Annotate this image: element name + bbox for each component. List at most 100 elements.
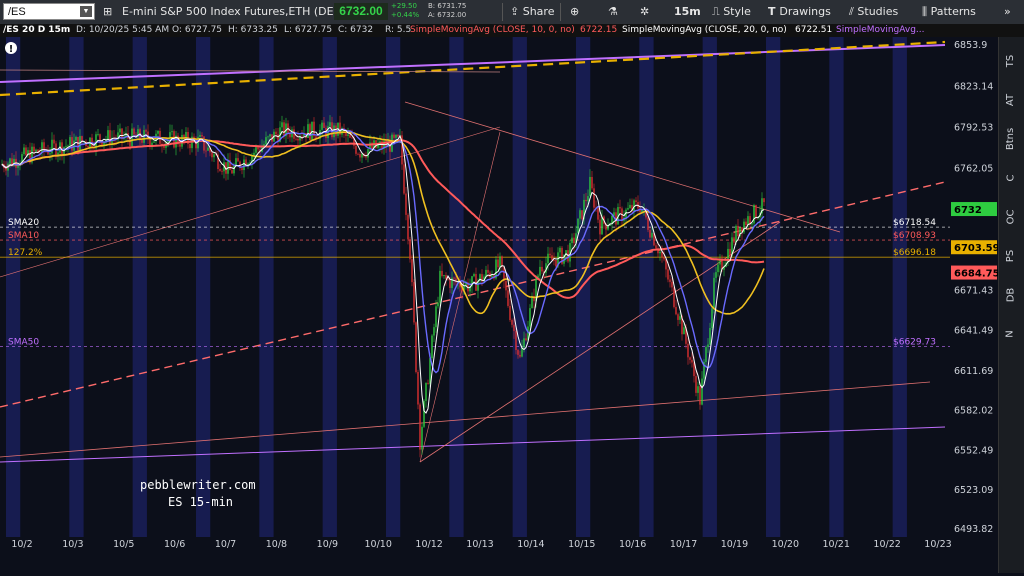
- candle-body: [697, 386, 699, 393]
- candle-body: [719, 260, 721, 265]
- side-tab-ts[interactable]: TS: [999, 43, 1023, 79]
- candle-body: [283, 122, 285, 137]
- candle-body: [205, 150, 207, 152]
- price-chart[interactable]: SMA20 $6718.54 SMA10 $6708.93 127.2% $6696.18…: [0, 37, 1024, 573]
- candle-body: [585, 199, 587, 202]
- info-sma10-value: 6722.15: [580, 25, 618, 35]
- settings-button[interactable]: ✲: [640, 2, 649, 22]
- info-bar: /ES 20 D 15m D: 10/20/25 5:45 AM O: 6727…: [0, 24, 1024, 38]
- patterns-button[interactable]: ⫼ Patterns: [922, 2, 976, 22]
- chart-header: /ES 20 D 15m: [3, 25, 71, 35]
- candle-body: [587, 196, 589, 202]
- candle-body: [347, 134, 349, 136]
- candle-body: [413, 282, 415, 323]
- session-band: [639, 37, 654, 537]
- candle-body: [405, 193, 407, 215]
- x-tick-label: 10/7: [215, 539, 236, 550]
- side-tab-db[interactable]: DB: [999, 277, 1023, 313]
- side-tab-oc[interactable]: OC: [999, 199, 1023, 235]
- svg-text:!: !: [9, 44, 14, 55]
- info-close: C: 6732: [338, 25, 374, 35]
- share-icon: ⇪: [510, 5, 523, 18]
- candle-body: [265, 137, 267, 145]
- candle-body: [99, 134, 101, 141]
- candle-body: [589, 176, 591, 197]
- symbol-dropdown-icon[interactable]: ▼: [80, 6, 92, 17]
- session-band: [576, 37, 591, 537]
- x-tick-label: 10/22: [873, 539, 900, 550]
- candle-body: [237, 158, 239, 162]
- candle-body: [421, 426, 423, 450]
- flask-button[interactable]: ⚗: [608, 2, 618, 22]
- session-band: [69, 37, 84, 537]
- side-tab-n[interactable]: N: [999, 316, 1023, 352]
- candle-body: [487, 269, 489, 273]
- candle-body: [497, 259, 499, 268]
- candle-body: [213, 154, 215, 158]
- info-low: L: 6727.75: [284, 25, 333, 35]
- candle-body: [445, 275, 447, 279]
- candle-body: [695, 376, 697, 393]
- candle-body: [659, 251, 661, 254]
- level-label-right: $6629.73: [893, 338, 936, 348]
- candle-body: [255, 147, 257, 153]
- side-tab-c[interactable]: C: [999, 160, 1023, 196]
- compare-button[interactable]: ⊕: [570, 2, 579, 22]
- candle-body: [449, 279, 451, 288]
- candle-body: [663, 257, 665, 260]
- x-tick-label: 10/8: [266, 539, 287, 550]
- toolbar: /ES ▼ ⊞ E-mini S&P 500 Index Futures,ETH …: [0, 0, 1024, 25]
- candle-body: [231, 170, 233, 174]
- y-axis: 6853.96823.146792.536762.056731.716701.4…: [950, 37, 998, 573]
- candle-body: [733, 237, 735, 243]
- candle-body: [447, 278, 449, 280]
- candle-body: [715, 272, 717, 278]
- candle-body: [755, 205, 757, 219]
- session-band: [892, 37, 907, 537]
- candle-body: [473, 274, 475, 277]
- candle-body: [221, 170, 223, 172]
- session-band: [196, 37, 211, 537]
- flask-icon: ⚗: [608, 5, 618, 18]
- candle-body: [219, 168, 221, 171]
- y-tick-label: 6671.43: [954, 285, 993, 296]
- drawings-button[interactable]: T Drawings: [768, 2, 831, 22]
- studies-button[interactable]: ⫽ Studies: [849, 2, 898, 22]
- style-button[interactable]: ⎍ Style: [712, 2, 751, 22]
- candle-body: [667, 269, 669, 280]
- timeframe-button[interactable]: 15m: [674, 2, 701, 22]
- patterns-icon: ⫼: [922, 5, 931, 18]
- x-tick-label: 10/17: [670, 539, 697, 550]
- x-axis: 10/2 10/3 10/5 10/6 10/7 10/8 10/9 10/10 10/12 10…: [0, 537, 952, 573]
- candle-body: [75, 136, 77, 141]
- candle-body: [49, 153, 51, 155]
- x-tick-label: 10/14: [517, 539, 544, 550]
- candle-body: [227, 160, 229, 174]
- candle-body: [529, 308, 531, 327]
- candle-body: [419, 404, 421, 450]
- watermark-line1: pebblewriter.com: [140, 478, 256, 492]
- candle-body: [491, 275, 493, 278]
- candle-body: [675, 307, 677, 315]
- candle-body: [443, 275, 445, 277]
- side-tab-ps[interactable]: PS: [999, 238, 1023, 274]
- side-tab-btns[interactable]: Btns: [999, 121, 1023, 157]
- more-button[interactable]: »: [1004, 2, 1011, 22]
- symbol-input[interactable]: /ES ▼: [3, 3, 95, 20]
- candle-body: [73, 140, 75, 151]
- info-sma20-value: 6722.51: [795, 25, 833, 35]
- candle-body: [397, 134, 399, 137]
- side-tab-at[interactable]: AT: [999, 82, 1023, 118]
- link-icon[interactable]: ⊞: [103, 2, 112, 22]
- y-tick-label: 6823.14: [954, 82, 993, 93]
- candle-body: [97, 134, 99, 135]
- candle-body: [23, 147, 25, 155]
- candle-body: [199, 134, 201, 137]
- candle-body: [9, 158, 11, 164]
- chart-area[interactable]: SMA20 $6718.54 SMA10 $6708.93 127.2% $6696.18…: [0, 37, 1024, 573]
- share-button[interactable]: ⇪ Share: [510, 2, 554, 22]
- y-tick-label: 6853.9: [954, 40, 987, 51]
- candle-body: [485, 269, 487, 277]
- compare-icon: ⊕: [570, 5, 580, 18]
- level-label-left: SMA50: [8, 338, 39, 348]
